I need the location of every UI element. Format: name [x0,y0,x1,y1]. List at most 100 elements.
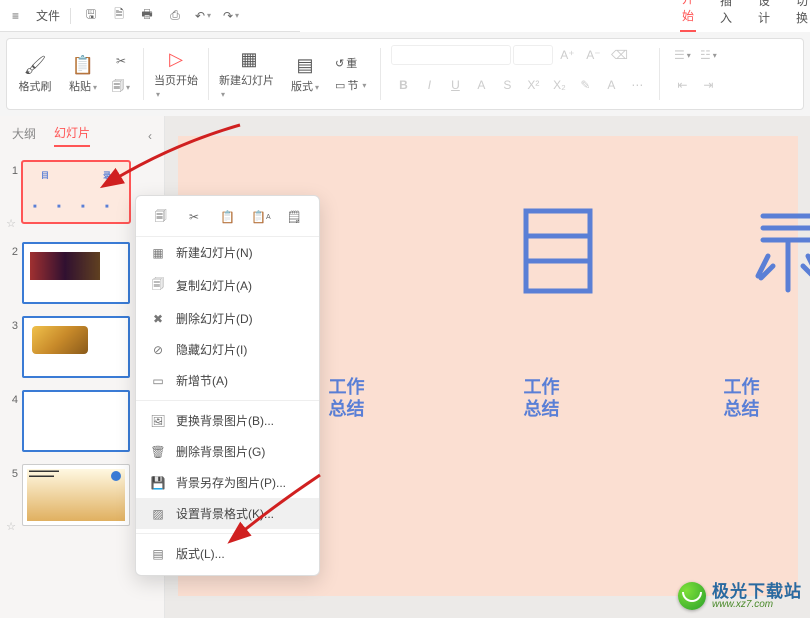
separator [143,48,144,100]
ctx-copy-slide[interactable]: 🗐复制幻灯片(A) [136,268,319,303]
ribbon: 🖌 格式刷 📋 粘贴▾ ✂ 🗐▾ ▷ 当页开始▾ ▦ 新建幻灯片▾ ▤ 版式▾ … [6,38,804,110]
format-painter-button[interactable]: 🖌 格式刷 [13,46,57,102]
increase-indent-icon: ⇥ [696,73,720,97]
star-icon[interactable]: ☆ [6,480,16,533]
slide-thumbnail-3[interactable] [22,316,130,378]
delete-bg-icon: 🗑 [150,445,166,459]
ctx-layout[interactable]: ▤版式(L)... [136,538,319,569]
ctx-new-section[interactable]: ▭新增节(A) [136,365,319,396]
italic-icon: I [417,73,441,97]
numbering-icon: ☳▾ [696,43,720,67]
title-bar: 文件 🖫 🗎 🖶 ⎙ ↶▾ ↷▾ 开始 插入 设计 切换 动画 放映 审阅 视图 [0,0,810,32]
ctx-format-bg[interactable]: ▨设置背景格式(K)... [136,498,319,529]
print-icon[interactable]: 🖶 [137,6,157,26]
context-menu-toolbar: 🗐 ✂ 📋 📋A 🗒 [136,202,319,237]
menu-icon[interactable] [8,6,28,26]
underline-icon: U [443,73,467,97]
save-as-icon[interactable]: 🗎 [109,6,129,26]
menu-separator [136,533,319,534]
save-icon[interactable]: 🖫 [81,6,101,26]
tab-insert[interactable]: 插入 [718,0,734,32]
font-name-dropdown [391,45,511,65]
separator [659,48,660,100]
delete-slide-icon: ✖ [150,312,166,326]
star-icon[interactable]: ☆ [6,177,16,230]
hide-slide-icon: ⊘ [150,343,166,357]
outline-tab[interactable]: 大纲 [12,125,36,146]
tab-start[interactable]: 开始 [680,0,696,32]
paste-label: 粘贴 [69,81,91,93]
brush-icon: 🖌 [24,55,47,76]
ctx-delete-slide[interactable]: ✖删除幻灯片(D) [136,303,319,334]
play-current-button[interactable]: ▷ 当页开始▾ [154,46,198,102]
slide-thumbnail-2[interactable] [22,242,130,304]
separator [380,48,381,100]
reset-label: 重 [346,55,357,71]
bullets-icon: ☰▾ [670,43,694,67]
file-menu[interactable]: 文件 [36,7,60,24]
layout-label: 版式 [291,81,313,93]
ctx-paste-special-icon[interactable]: 🗒 [283,206,305,228]
context-menu: 🗐 ✂ 📋 📋A 🗒 ▦新建幻灯片(N) 🗐复制幻灯片(A) ✖删除幻灯片(D)… [135,195,320,576]
new-slide-button[interactable]: ▦ 新建幻灯片▾ [219,46,279,102]
panel-tabs: 大纲 幻灯片 ‹ [0,116,164,155]
slide-thumbnail-1[interactable]: 目 录 ■ ■ ■ ■ [22,161,130,223]
slide-number: 1 [4,161,18,177]
tab-design[interactable]: 设计 [756,0,772,32]
ctx-copy-icon[interactable]: 🗐 [150,206,172,228]
redo-icon[interactable]: ↷▾ [221,6,241,26]
slide-thumbnail-4[interactable] [22,390,130,452]
font-color-icon: A [599,73,623,97]
undo-icon[interactable]: ↶▾ [193,6,213,26]
slide-number: 2 [4,242,18,258]
caption-1: 工作总结 [323,376,371,420]
copy-button[interactable]: 🗐▾ [109,75,133,99]
print-preview-icon[interactable]: ⎙ [165,6,185,26]
subscript-icon: X₂ [547,73,571,97]
ctx-change-bg[interactable]: 🖼更换背景图片(B)... [136,405,319,436]
reset-button[interactable]: ↺重 [331,53,370,73]
decrease-font-icon: A⁻ [581,43,605,67]
strike-icon: S [495,73,519,97]
bold-icon: B [391,73,415,97]
ctx-paste-text-icon[interactable]: 📋A [250,206,272,228]
play-current-label: 当页开始 [154,75,198,87]
caption-2: 工作总结 [518,376,566,420]
slide-number: 3 [4,316,18,332]
char-lu [748,206,810,296]
tab-transition[interactable]: 切换 [794,0,810,32]
clipboard-icon: 📋 [72,55,94,76]
increase-font-icon: A⁺ [555,43,579,67]
watermark-logo-icon [678,582,706,610]
slide-number: 5 [4,464,18,480]
cut-button[interactable]: ✂ [109,49,133,73]
format-bg-icon: ▨ [150,507,166,521]
new-slide-label: 新建幻灯片 [219,75,274,87]
menu-separator [136,400,319,401]
ctx-cut-icon[interactable]: ✂ [183,206,205,228]
copy-slide-icon: 🗐 [150,275,166,296]
clear-format-icon: ⌫ [607,43,631,67]
ctx-hide-slide[interactable]: ⊘隐藏幻灯片(I) [136,334,319,365]
collapse-panel-icon[interactable]: ‹ [148,129,152,143]
watermark: 极光下载站 www.xz7.com [678,582,802,610]
ctx-delete-bg[interactable]: 🗑删除背景图片(G) [136,436,319,467]
section-button[interactable]: ▭节▾ [331,75,370,95]
watermark-name: 极光下载站 [712,583,802,600]
paste-button[interactable]: 📋 粘贴▾ [61,46,105,102]
menu-tabs: 开始 插入 设计 切换 动画 放映 审阅 视图 [300,0,810,32]
char-mu [518,206,598,296]
ctx-new-slide[interactable]: ▦新建幻灯片(N) [136,237,319,268]
layout-button[interactable]: ▤ 版式▾ [283,46,327,102]
separator [208,48,209,100]
caption-3: 工作总结 [718,376,766,420]
decrease-indent-icon: ⇤ [670,73,694,97]
thumbnails-tab[interactable]: 幻灯片 [54,124,90,147]
superscript-icon: X² [521,73,545,97]
font-size-dropdown [513,45,553,65]
main-area: 大纲 幻灯片 ‹ 1 ☆ 目 录 ■ ■ ■ ■ [0,116,810,618]
ctx-save-bg-as[interactable]: 💾背景另存为图片(P)... [136,467,319,498]
new-section-icon: ▭ [150,374,166,388]
slide-thumbnail-5[interactable]: ▬▬▬▬▬▬▬▬▬▬▬ [22,464,130,526]
ctx-paste-icon[interactable]: 📋 [216,206,238,228]
